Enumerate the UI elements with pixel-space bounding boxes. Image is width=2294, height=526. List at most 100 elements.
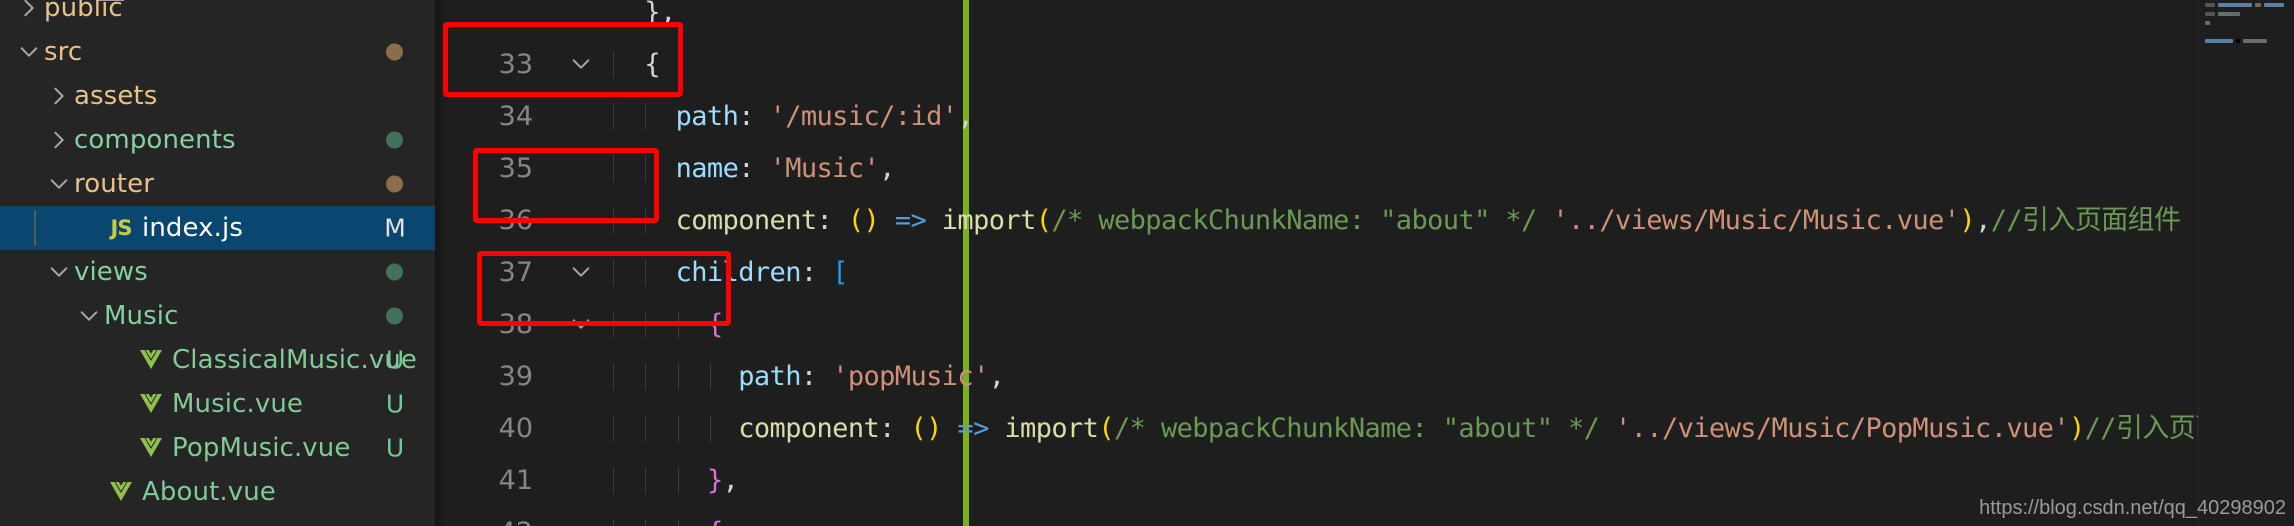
chevron-down-icon[interactable] [44,261,74,283]
chevron-down-icon[interactable] [74,305,104,327]
git-status-badge: U [385,389,405,419]
minimap-segment [2218,2,2252,7]
sidebar-item-router[interactable]: router [0,162,435,206]
sidebar-item-label: index.js [142,213,243,243]
indent-guide [613,154,614,182]
sidebar-item-label: src [44,37,83,67]
js-file-icon: JS [110,216,133,240]
code-text: path: 'popMusic', [603,362,2294,390]
code-text: }, [603,466,2294,494]
sidebar-item-src[interactable]: src [0,30,435,74]
sidebar-item-popmusic-vue[interactable]: PopMusic.vue U [0,426,435,470]
sidebar-item-views[interactable]: views [0,250,435,294]
code-text: name: 'Music', [603,154,2294,182]
code-line[interactable]: 39 path: 'popMusic', [435,350,2294,402]
indent-guide [613,258,614,286]
code-line[interactable]: 34 path: '/music/:id', [435,90,2294,142]
sidebar-item-label: About.vue [142,477,276,507]
fold-chevron-down-icon[interactable] [559,521,603,526]
fold-chevron-down-icon[interactable] [559,313,603,335]
sidebar-item-music-vue[interactable]: Music.vue U [0,382,435,426]
sidebar-item-music[interactable]: Music [0,294,435,338]
editor-lines: }, 33 {34 path: '/music/:id', 35 name: 'Mu… [435,0,2294,526]
minimap-line [2199,27,2294,36]
code-text: path: '/music/:id', [603,102,2294,130]
minimap-line [2199,0,2294,9]
code-line[interactable]: 35 name: 'Music', [435,142,2294,194]
code-line[interactable]: 37 children: [ [435,246,2294,298]
minimap-segment [2264,2,2284,7]
editor-minimap[interactable] [2198,0,2294,526]
minimap-segment [2236,38,2240,43]
indent-guide [645,362,647,390]
code-line[interactable]: 33 { [435,38,2294,90]
indent-guide [645,258,647,286]
indent-guide [677,362,679,390]
code-editor[interactable]: }, 33 {34 path: '/music/:id', 35 name: 'Mu… [435,0,2294,526]
git-status-badge [386,263,403,281]
line-number: 39 [498,360,533,392]
chevron-right-icon[interactable] [44,129,74,151]
chevron-down-icon[interactable] [14,41,44,63]
indent-guide [677,310,679,338]
git-status-badge: U [385,433,405,463]
code-line[interactable]: 40 component: () => import(/* webpackChu… [435,402,2294,454]
indent-guide [613,310,614,338]
chevron-right-icon[interactable] [14,0,44,19]
code-line[interactable]: 38 { [435,298,2294,350]
indent-guide [710,362,712,390]
git-status-badge: M [384,213,406,243]
file-tree: public src assets components router JS index.j… [0,0,435,514]
minimap-segment [2243,38,2267,43]
sidebar-item-label: PopMusic.vue [172,433,351,463]
line-number: 40 [498,412,533,444]
indent-guide [613,50,614,78]
indent-guide [677,414,679,442]
code-text: component: () => import(/* webpackChunkN… [603,206,2294,234]
minimap-segment [2205,38,2233,43]
chevron-right-icon[interactable] [44,85,74,107]
sidebar-item-label: public [44,0,123,23]
fold-chevron-down-icon[interactable] [559,261,603,283]
indent-guide [645,518,647,526]
minimap-line [2199,9,2294,18]
code-text: { [603,50,2294,78]
line-number: 35 [498,152,533,184]
minimap-line [2199,18,2294,27]
sidebar-item-label: Music.vue [172,389,304,419]
watermark-url: https://blog.csdn.net/qq_40298902 [1979,497,2286,519]
vue-file-icon [104,480,138,504]
git-status-badge [386,43,403,61]
fold-chevron-down-icon[interactable] [559,53,603,75]
chevron-down-icon[interactable] [44,173,74,195]
sidebar-item-index-js[interactable]: JS index.js M [0,206,435,250]
minimap-line [2199,36,2294,45]
sidebar-item-about-vue[interactable]: About.vue [0,470,435,514]
indent-guide [613,466,614,494]
vue-file-icon [134,436,168,460]
indent-guide [645,206,647,234]
sidebar-item-label: assets [74,81,158,111]
indent-guide [710,414,712,442]
indent-guide [613,102,614,130]
minimap-segment [2255,2,2261,7]
sidebar-item-components[interactable]: components [0,118,435,162]
explorer-sidebar: public src assets components router JS index.j… [0,0,435,526]
sidebar-item-label: router [74,169,154,199]
line-number: 42 [435,517,545,526]
sidebar-item-assets[interactable]: assets [0,74,435,118]
indent-guide [645,466,647,494]
sidebar-item-classicalmusic-vue[interactable]: ClassicalMusic.vue U [0,338,435,382]
indent-guide [645,414,647,442]
indent-guide [613,206,614,234]
indent-guide [645,154,647,182]
code-line[interactable]: 36 component: () => import(/* webpackChu… [435,194,2294,246]
indent-guide [645,310,647,338]
code-text: component: () => import(/* webpackChunkN… [603,414,2294,442]
sidebar-item-public[interactable]: public [0,0,435,30]
vue-file-icon [134,392,168,416]
code-line[interactable]: }, [435,0,2294,38]
indent-guide [613,518,614,526]
line-number: 36 [498,204,533,236]
git-status-badge [386,307,403,325]
